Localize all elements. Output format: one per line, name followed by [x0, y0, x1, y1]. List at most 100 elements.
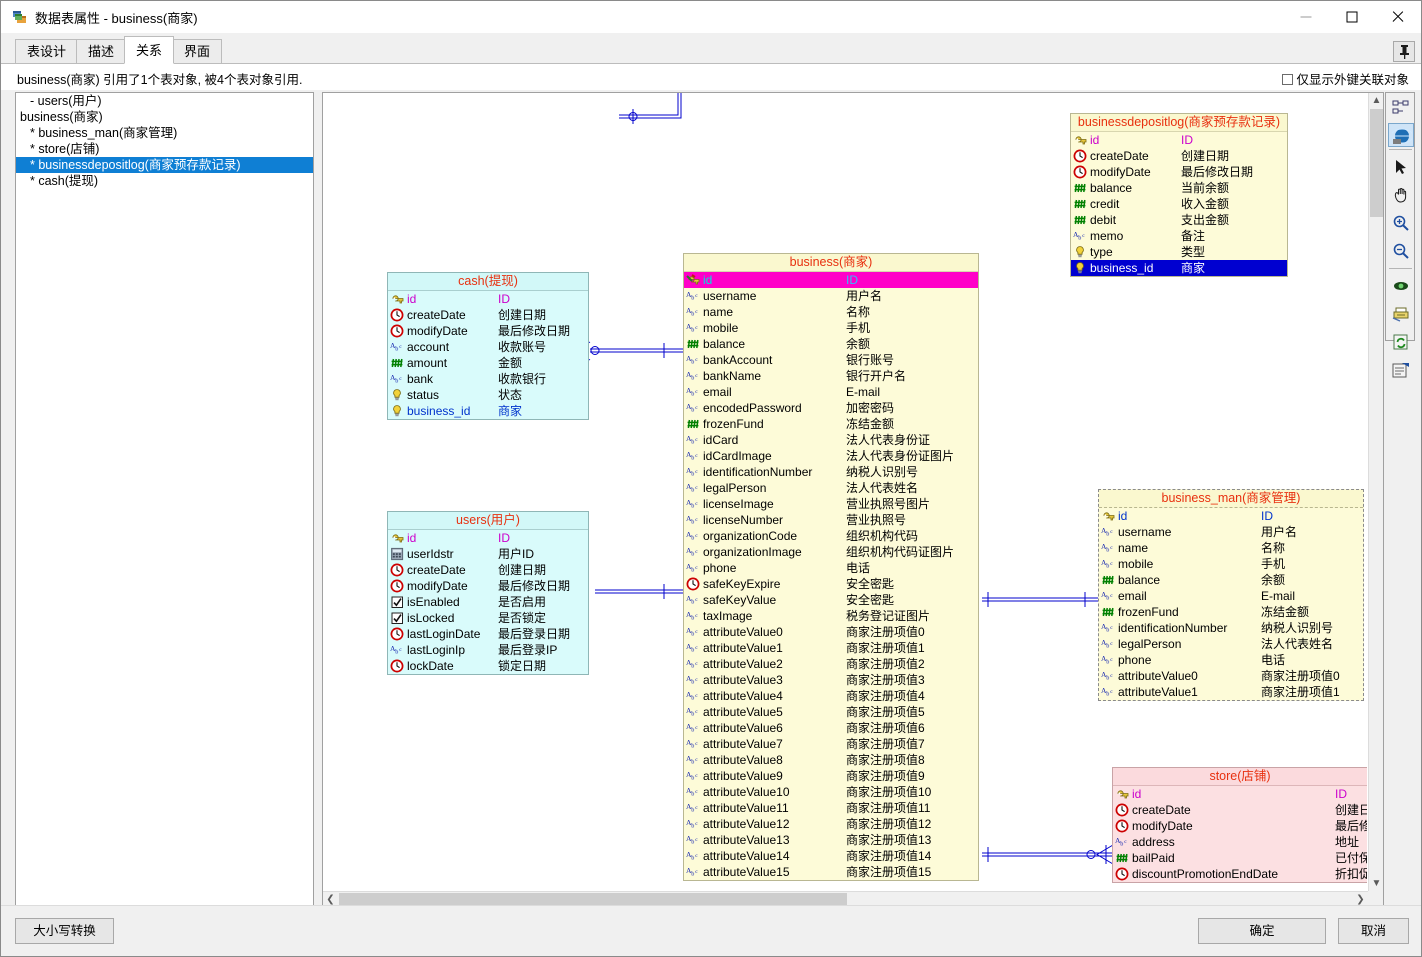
er-field-row[interactable]: safeKeyExpire 安全密匙 — [684, 576, 978, 592]
er-field-row[interactable]: id ID — [684, 272, 978, 288]
er-field-row[interactable]: Ab c legalPerson 法人代表姓名 — [684, 480, 978, 496]
er-field-row[interactable]: Ab c safeKeyValue 安全密匙 — [684, 592, 978, 608]
zoom-in-icon[interactable] — [1388, 211, 1414, 235]
er-field-row[interactable]: Ab c attributeValue10 商家注册项值10 — [684, 784, 978, 800]
er-field-row[interactable]: Ab c name 名称 — [1099, 540, 1363, 556]
note-icon[interactable] — [1388, 358, 1414, 382]
er-field-row[interactable]: Ab c mobile 手机 — [684, 320, 978, 336]
tree-item[interactable]: * store(店铺) — [16, 141, 313, 157]
er-field-row[interactable]: Ab c username 用户名 — [1099, 524, 1363, 540]
er-field-row[interactable]: Ab c mobile 手机 — [1099, 556, 1363, 572]
er-field-row[interactable]: Ab c licenseImage 营业执照号图片 — [684, 496, 978, 512]
er-field-row[interactable]: createDate 创建日 — [1113, 802, 1367, 818]
er-field-row[interactable]: type 类型 — [1071, 244, 1287, 260]
er-table-store[interactable]: store(店铺) id ID createDate 创建日 modifyDate 最后修 A… — [1112, 767, 1367, 883]
er-field-row[interactable]: Ab c attributeValue13 商家注册项值13 — [684, 832, 978, 848]
er-field-row[interactable]: isLocked 是否锁定 — [388, 610, 588, 626]
er-field-row[interactable]: id ID — [1071, 132, 1287, 148]
er-field-row[interactable]: Ab c email E-mail — [1099, 588, 1363, 604]
er-field-row[interactable]: business_id 商家 — [388, 403, 588, 419]
er-field-row[interactable]: discountPromotionEndDate 折扣促 — [1113, 866, 1367, 882]
maximize-button[interactable] — [1329, 1, 1375, 33]
er-field-row[interactable]: Ab c attributeValue1 商家注册项值1 — [1099, 684, 1363, 700]
zoom-out-icon[interactable] — [1388, 239, 1414, 263]
er-field-row[interactable]: Ab c username 用户名 — [684, 288, 978, 304]
er-field-row[interactable]: Ab c email E-mail — [684, 384, 978, 400]
layout-icon[interactable] — [1388, 96, 1414, 120]
er-field-row[interactable]: balance 余额 — [1099, 572, 1363, 588]
horizontal-scrollbar[interactable]: ❮ ❯ — [323, 891, 1368, 906]
minimize-button[interactable] — [1283, 1, 1329, 33]
er-field-row[interactable]: Ab c address 地址 — [1113, 834, 1367, 850]
vertical-scroll-thumb[interactable] — [1370, 109, 1383, 217]
er-field-row[interactable]: balance 余额 — [684, 336, 978, 352]
er-field-row[interactable]: Ab c account 收款账号 — [388, 339, 588, 355]
pin-button[interactable] — [1393, 41, 1415, 62]
er-field-row[interactable]: Ab c organizationImage 组织机构代码证图片 — [684, 544, 978, 560]
er-field-row[interactable]: Ab c attributeValue0 商家注册项值0 — [684, 624, 978, 640]
tree-item[interactable]: * businessdepositlog(商家预存款记录) — [16, 157, 313, 173]
tree-item[interactable]: - users(用户) — [16, 93, 313, 109]
tab-3[interactable]: 关系 — [124, 36, 175, 64]
er-field-row[interactable]: Ab c identificationNumber 纳税人识别号 — [1099, 620, 1363, 636]
er-table-users[interactable]: users(用户) id ID userIdstr 用户ID createDate 创建日期… — [387, 511, 589, 675]
tab-2[interactable]: 描述 — [76, 39, 127, 64]
er-field-row[interactable]: credit 收入金额 — [1071, 196, 1287, 212]
cancel-button[interactable]: 取消 — [1338, 918, 1409, 944]
er-field-row[interactable]: debit 支出金额 — [1071, 212, 1287, 228]
vertical-scrollbar[interactable]: ▲ ▼ — [1368, 93, 1383, 891]
er-field-row[interactable]: bailPaid 已付保 — [1113, 850, 1367, 866]
er-field-row[interactable]: Ab c taxImage 税务登记证图片 — [684, 608, 978, 624]
print-icon[interactable] — [1388, 302, 1414, 326]
er-table-cash[interactable]: cash(提现) id ID createDate 创建日期 modifyDate 最后修改… — [387, 272, 589, 420]
er-field-row[interactable]: lastLoginDate 最后登录日期 — [388, 626, 588, 642]
er-field-row[interactable]: Ab c identificationNumber 纳税人识别号 — [684, 464, 978, 480]
er-field-row[interactable]: createDate 创建日期 — [388, 562, 588, 578]
case-convert-button[interactable]: 大小写转换 — [15, 918, 114, 944]
er-field-row[interactable]: Ab c memo 备注 — [1071, 228, 1287, 244]
scroll-down-arrow[interactable]: ▼ — [1369, 876, 1384, 891]
fk-only-checkbox[interactable]: 仅显示外键关联对象 — [1282, 69, 1409, 88]
diagram-canvas[interactable]: businessdepositlog(商家预存款记录) id ID createDat… — [323, 93, 1367, 890]
er-field-row[interactable]: Ab c attributeValue7 商家注册项值7 — [684, 736, 978, 752]
er-field-row[interactable]: Ab c attributeValue6 商家注册项值6 — [684, 720, 978, 736]
pointer-icon[interactable] — [1388, 155, 1414, 179]
er-field-row[interactable]: Ab c attributeValue1 商家注册项值1 — [684, 640, 978, 656]
er-field-row[interactable]: Ab c attributeValue9 商家注册项值9 — [684, 768, 978, 784]
er-field-row[interactable]: business_id 商家 — [1071, 260, 1287, 276]
scroll-up-arrow[interactable]: ▲ — [1369, 93, 1384, 108]
er-field-row[interactable]: id ID — [1113, 786, 1367, 802]
er-field-row[interactable]: Ab c attributeValue12 商家注册项值12 — [684, 816, 978, 832]
er-field-row[interactable]: id ID — [388, 530, 588, 546]
tab-1[interactable]: 表设计 — [15, 39, 79, 64]
er-field-row[interactable]: Ab c attributeValue11 商家注册项值11 — [684, 800, 978, 816]
er-field-row[interactable]: Ab c attributeValue8 商家注册项值8 — [684, 752, 978, 768]
er-field-row[interactable]: id ID — [388, 291, 588, 307]
er-field-row[interactable]: balance 当前余额 — [1071, 180, 1287, 196]
er-field-row[interactable]: Ab c attributeValue4 商家注册项值4 — [684, 688, 978, 704]
globe-icon[interactable] — [1388, 123, 1414, 147]
er-table-business_man[interactable]: business_man(商家管理) id ID Ab c username 用户名 Ab c n… — [1098, 489, 1364, 701]
hand-icon[interactable] — [1388, 183, 1414, 207]
refresh-icon[interactable] — [1388, 330, 1414, 354]
er-field-row[interactable]: status 状态 — [388, 387, 588, 403]
er-field-row[interactable]: modifyDate 最后修改日期 — [388, 578, 588, 594]
er-field-row[interactable]: modifyDate 最后修 — [1113, 818, 1367, 834]
er-field-row[interactable]: isEnabled 是否启用 — [388, 594, 588, 610]
er-field-row[interactable]: Ab c organizationCode 组织机构代码 — [684, 528, 978, 544]
er-field-row[interactable]: Ab c attributeValue0 商家注册项值0 — [1099, 668, 1363, 684]
er-field-row[interactable]: Ab c licenseNumber 营业执照号 — [684, 512, 978, 528]
object-tree[interactable]: - users(用户) business(商家) * business_man(商家… — [15, 92, 314, 907]
er-field-row[interactable]: lockDate 锁定日期 — [388, 658, 588, 674]
er-field-row[interactable]: Ab c attributeValue3 商家注册项值3 — [684, 672, 978, 688]
er-field-row[interactable]: Ab c attributeValue2 商家注册项值2 — [684, 656, 978, 672]
tree-item[interactable]: * business_man(商家管理) — [16, 125, 313, 141]
tree-item[interactable]: * cash(提现) — [16, 173, 313, 189]
er-field-row[interactable]: Ab c attributeValue15 商家注册项值15 — [684, 864, 978, 880]
ok-button[interactable]: 确定 — [1198, 918, 1326, 944]
er-field-row[interactable]: Ab c phone 电话 — [1099, 652, 1363, 668]
er-field-row[interactable]: createDate 创建日期 — [1071, 148, 1287, 164]
tab-4[interactable]: 界面 — [172, 39, 223, 64]
er-field-row[interactable]: modifyDate 最后修改日期 — [1071, 164, 1287, 180]
er-table-businessdepositlog[interactable]: businessdepositlog(商家预存款记录) id ID createDat… — [1070, 113, 1288, 277]
